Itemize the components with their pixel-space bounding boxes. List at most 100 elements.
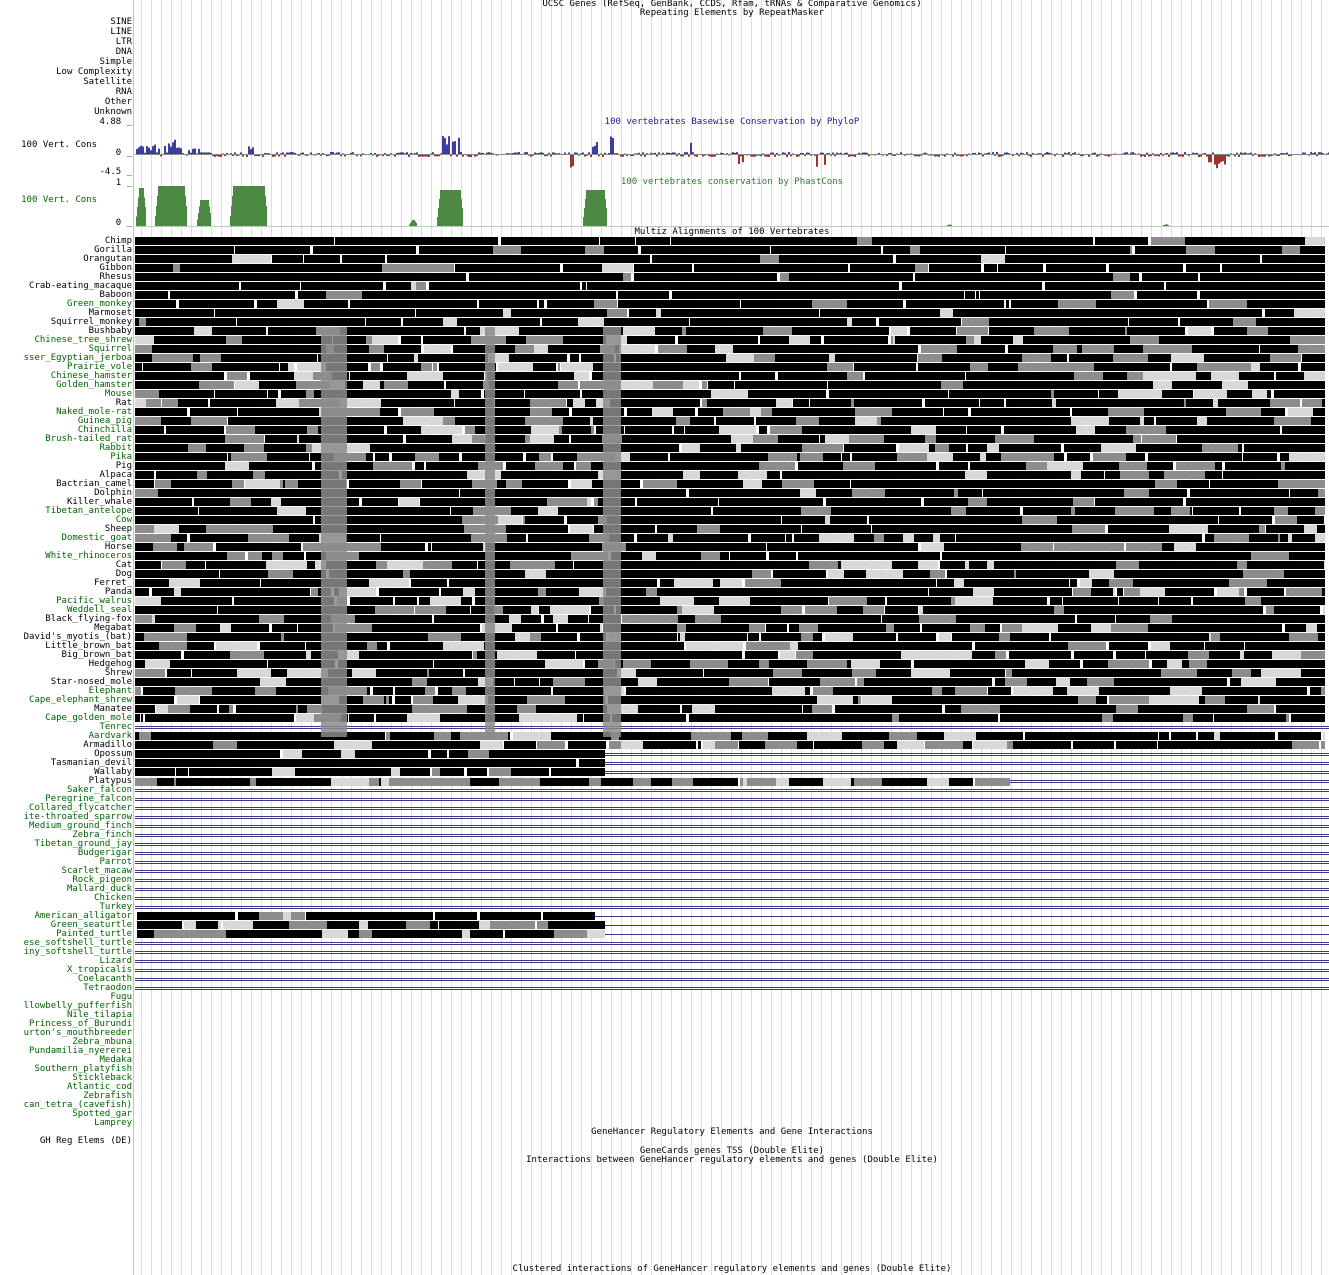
phylop-bar xyxy=(640,155,642,157)
alignment-block xyxy=(848,498,864,506)
alignment-block xyxy=(515,633,530,641)
alignment-block xyxy=(813,633,822,641)
alignment-block xyxy=(992,741,1007,749)
alignment-block xyxy=(940,651,972,659)
alignment-block xyxy=(266,345,287,353)
alignment-block xyxy=(790,642,798,650)
phastcons-bar xyxy=(162,186,163,226)
alignment-gap xyxy=(670,237,671,245)
alignment-block xyxy=(233,354,270,362)
alignment-block xyxy=(618,291,630,299)
alignment-block xyxy=(828,381,834,389)
alignment-block xyxy=(306,912,332,920)
phastcons-bar xyxy=(249,186,250,226)
alignment-block xyxy=(541,327,565,335)
phastcons-bar xyxy=(234,186,235,226)
track-data-area[interactable]: UCSC Genes (RefSeq, GenBank, CCDS, Rfam,… xyxy=(135,0,1329,1275)
alignment-block xyxy=(626,543,666,551)
repeat-class-label[interactable]: SINE xyxy=(110,18,132,27)
alignment-block xyxy=(1116,381,1124,389)
alignment-block xyxy=(917,732,926,740)
species-label[interactable]: Lamprey xyxy=(94,1119,132,1128)
phylop-bar xyxy=(332,152,334,154)
alignment-block xyxy=(745,318,761,326)
repeat-class-label[interactable]: Satellite xyxy=(83,78,132,87)
alignment-block xyxy=(846,471,863,479)
phastcons-bar xyxy=(231,206,232,226)
alignment-block xyxy=(390,732,394,740)
alignment-block xyxy=(698,408,723,416)
alignment-block xyxy=(580,633,606,641)
alignment-gap xyxy=(224,426,226,434)
alignment-gap xyxy=(541,615,544,623)
alignment-block xyxy=(1019,291,1021,299)
alignment-block xyxy=(990,237,1022,245)
alignment-block xyxy=(501,237,525,245)
alignment-block xyxy=(272,768,295,776)
genehancer-track-label[interactable]: GH Reg Elems (DE) xyxy=(40,1137,132,1146)
alignment-block xyxy=(1306,462,1317,470)
phylop-bar xyxy=(212,155,214,156)
alignment-block xyxy=(673,588,696,596)
alignment-block xyxy=(1146,651,1175,659)
phylop-conservation-graph[interactable] xyxy=(135,120,1329,178)
repeat-class-label[interactable]: LTR xyxy=(116,38,132,47)
alignment-block xyxy=(1182,255,1216,263)
alignment-block xyxy=(546,714,577,722)
alignment-block xyxy=(993,597,1009,605)
repeat-class-label[interactable]: Low Complexity xyxy=(56,68,132,77)
alignment-block xyxy=(418,543,425,551)
interactions-track-title: Interactions between GeneHancer regulato… xyxy=(526,1155,938,1165)
alignment-block xyxy=(645,435,674,443)
alignment-block xyxy=(915,552,918,560)
alignment-block xyxy=(1222,381,1224,389)
repeat-class-label[interactable]: Unknown xyxy=(94,108,132,117)
alignment-gap xyxy=(881,246,883,254)
alignment-block xyxy=(1256,318,1281,326)
alignment-gap xyxy=(740,300,741,308)
alignment-block xyxy=(627,534,634,542)
alignment-block xyxy=(1313,408,1325,416)
alignment-gap xyxy=(305,912,306,920)
alignment-block xyxy=(1095,291,1104,299)
alignment-block xyxy=(652,696,678,704)
alignment-block xyxy=(135,651,171,659)
alignment-block xyxy=(1051,354,1067,362)
alignment-block xyxy=(533,264,535,272)
phastcons-track-label[interactable]: 100 Vert. Cons xyxy=(21,196,97,205)
alignment-block xyxy=(236,399,262,407)
alignment-block xyxy=(1056,291,1074,299)
alignment-block xyxy=(728,570,735,578)
alignment-block xyxy=(1064,705,1075,713)
alignment-block xyxy=(704,669,722,677)
alignment-block xyxy=(618,300,656,308)
alignment-gap xyxy=(1139,273,1142,281)
repeat-class-label[interactable]: Simple xyxy=(99,58,132,67)
alignment-block xyxy=(273,246,276,254)
alignment-block xyxy=(1142,408,1144,416)
alignment-block xyxy=(772,687,805,695)
repeat-class-label[interactable]: LINE xyxy=(110,28,132,37)
phylop-bar xyxy=(944,155,946,157)
alignment-block xyxy=(953,309,978,317)
phastcons-bar xyxy=(462,208,463,226)
alignment-block xyxy=(1157,516,1181,524)
alignment-block xyxy=(685,426,719,434)
alignment-block xyxy=(872,444,896,452)
repeat-class-label[interactable]: Other xyxy=(105,98,132,107)
alignment-block xyxy=(1173,264,1183,272)
alignment-block xyxy=(1198,732,1214,740)
alignment-block xyxy=(602,273,623,281)
alignment-block xyxy=(212,309,214,317)
repeat-class-label[interactable]: RNA xyxy=(116,88,132,97)
alignment-block xyxy=(800,489,816,497)
alignment-gap xyxy=(1220,264,1222,272)
multiz-alignment-blocks[interactable] xyxy=(135,237,1329,1037)
alignment-block xyxy=(1295,381,1300,389)
repeat-class-label[interactable]: DNA xyxy=(116,48,132,57)
alignment-block xyxy=(1039,498,1073,506)
phylop-track-label[interactable]: 100 Vert. Cons xyxy=(21,141,97,150)
alignment-block xyxy=(582,750,596,758)
alignment-block xyxy=(1070,579,1077,587)
alignment-block xyxy=(419,597,430,605)
